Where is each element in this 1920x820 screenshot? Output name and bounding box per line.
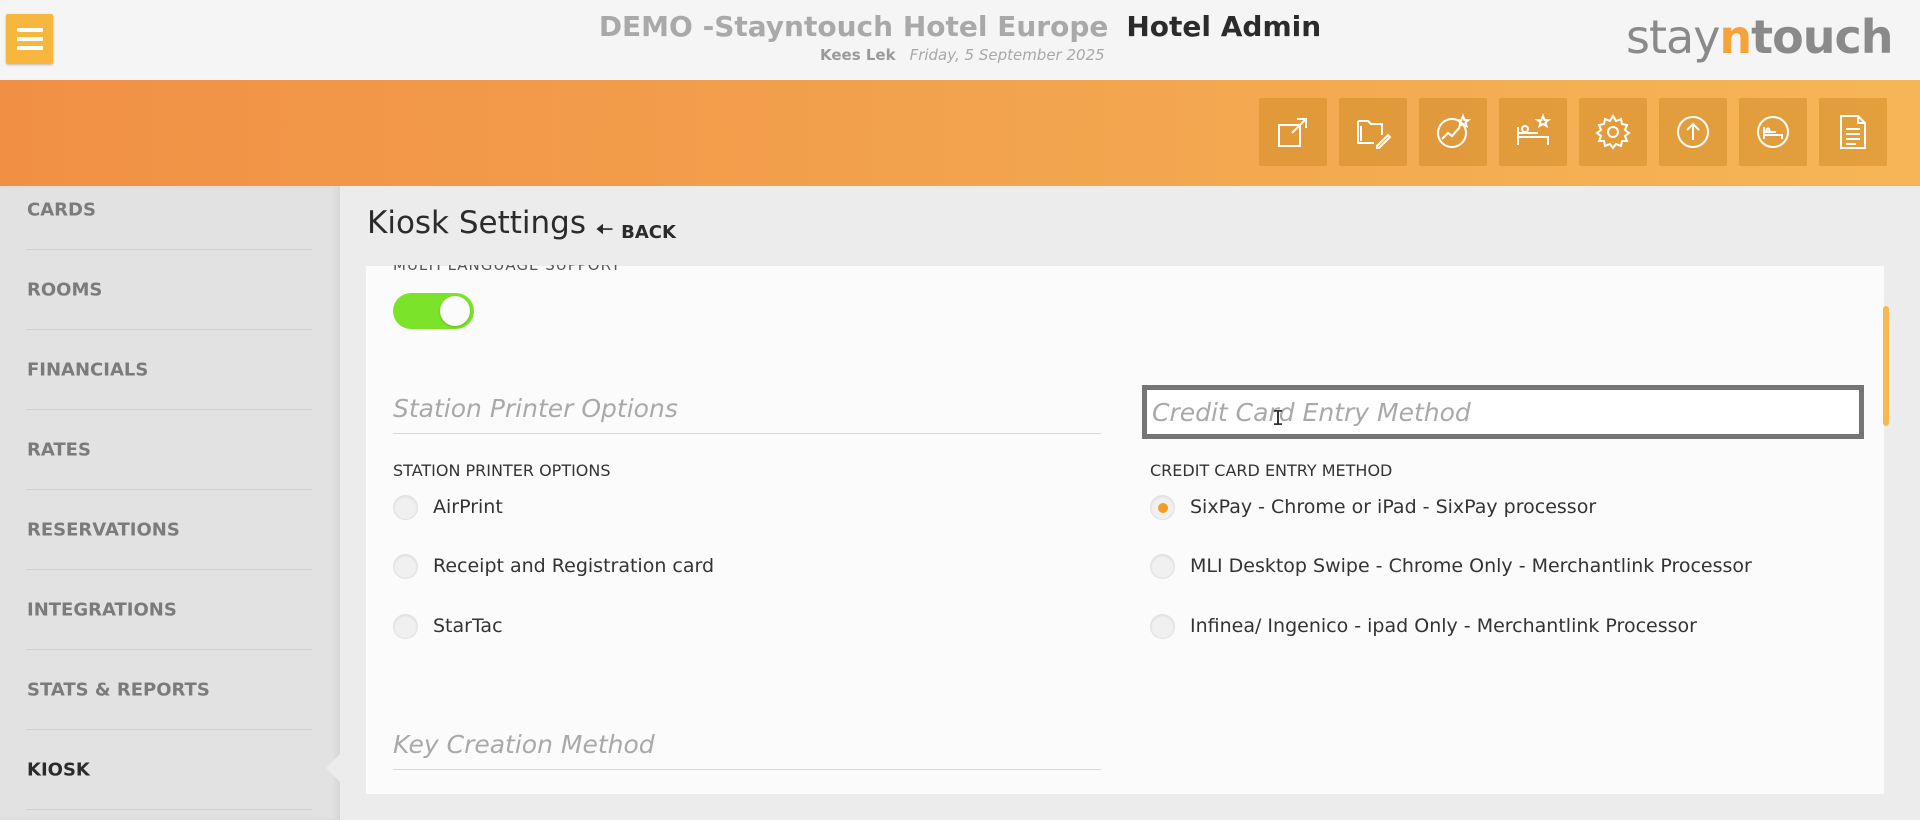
upload-circle-icon	[1677, 116, 1709, 148]
toggle-knob	[440, 296, 470, 326]
station-printer-section-title: Station Printer Options	[393, 394, 678, 423]
text-cursor-icon: I	[1272, 406, 1285, 430]
sidebar-item-kiosk[interactable]: KIOSK	[26, 730, 312, 810]
sidebar-item-rates[interactable]: RATES	[26, 410, 312, 490]
multi-language-toggle[interactable]	[393, 293, 474, 329]
back-arrow-icon: 🠠	[596, 217, 614, 241]
folder-edit-button[interactable]	[1339, 98, 1407, 166]
sidebar-item-cards[interactable]: CARDS	[26, 170, 312, 250]
sidebar-item-financials[interactable]: FINANCIALS	[26, 330, 312, 410]
radio-button[interactable]	[393, 494, 418, 520]
hamburger-icon-bar	[16, 46, 43, 50]
station-printer-option[interactable]: AirPrint	[393, 490, 503, 524]
top-header: DEMO -Stayntouch Hotel Europe Hotel Admin…	[0, 0, 1920, 80]
bed-star-icon	[1517, 113, 1552, 145]
document-icon	[1840, 115, 1866, 149]
sidebar-item-label: ROOMS	[27, 279, 103, 300]
chart-star-button[interactable]	[1419, 98, 1487, 166]
station-printer-option[interactable]: Receipt and Registration card	[393, 549, 714, 583]
radio-button[interactable]	[1150, 553, 1175, 579]
upload-button[interactable]	[1659, 98, 1727, 166]
user-name: Kees Lek	[820, 46, 896, 64]
active-item-pointer	[326, 754, 340, 782]
station-printer-option[interactable]: StarTac	[393, 609, 503, 643]
radio-button-selected[interactable]	[1150, 494, 1175, 520]
hotel-name: DEMO -Stayntouch Hotel Europe	[598, 10, 1109, 43]
app-title: Hotel Admin	[1126, 10, 1322, 43]
bed-circle-button[interactable]	[1739, 98, 1807, 166]
multi-language-label: MULTI LANGUAGE SUPPORT	[393, 256, 622, 274]
bed-star-button[interactable]	[1499, 98, 1567, 166]
settings-button[interactable]	[1579, 98, 1647, 166]
sidebar-item-rooms[interactable]: ROOMS	[26, 250, 312, 330]
report-button[interactable]	[1819, 98, 1887, 166]
option-label: SixPay - Chrome or iPad - SixPay process…	[1190, 496, 1597, 518]
credit-card-option[interactable]: Infinea/ Ingenico - ipad Only - Merchant…	[1150, 609, 1697, 643]
sidebar-item-label: CARDS	[27, 199, 96, 220]
gear-icon	[1595, 114, 1631, 150]
sidebar: CARDS ROOMS FINANCIALS RATES RESERVATION…	[0, 186, 340, 820]
option-label: AirPrint	[433, 496, 503, 518]
option-label: StarTac	[433, 615, 503, 637]
sidebar-item-label: FINANCIALS	[27, 359, 149, 380]
chart-star-icon	[1437, 113, 1472, 148]
credit-card-option[interactable]: MLI Desktop Swipe - Chrome Only - Mercha…	[1150, 549, 1752, 583]
sidebar-item-label: KIOSK	[27, 759, 90, 780]
folder-edit-icon	[1357, 120, 1392, 149]
option-label: Infinea/ Ingenico - ipad Only - Merchant…	[1190, 615, 1697, 637]
logo-part-n: n	[1719, 10, 1752, 64]
sidebar-item-label: INTEGRATIONS	[27, 599, 177, 620]
credit-card-section-title: Credit Card Entry Method	[1152, 398, 1471, 427]
sidebar-item-label: RESERVATIONS	[27, 519, 180, 540]
back-button[interactable]: 🠠 BACK	[596, 215, 676, 249]
logo-part-stay: stay	[1626, 10, 1720, 64]
bed-circle-icon	[1757, 116, 1789, 148]
stayntouch-logo: stayntouch	[1626, 10, 1894, 64]
key-creation-section-title: Key Creation Method	[393, 730, 655, 759]
section-divider	[393, 769, 1101, 770]
external-link-button[interactable]	[1259, 98, 1327, 166]
radio-button[interactable]	[393, 613, 418, 639]
option-label: MLI Desktop Swipe - Chrome Only - Mercha…	[1190, 555, 1752, 577]
radio-button[interactable]	[1150, 613, 1175, 639]
header-subtitle: Kees Lek Friday, 5 September 2025	[820, 46, 1105, 64]
external-link-icon	[1278, 118, 1307, 147]
station-printer-group-label: STATION PRINTER OPTIONS	[393, 461, 611, 480]
logo-part-touch: touch	[1751, 10, 1893, 64]
option-label: Receipt and Registration card	[433, 555, 715, 577]
sidebar-item-integrations[interactable]: INTEGRATIONS	[26, 570, 312, 650]
sidebar-item-reservations[interactable]: RESERVATIONS	[26, 490, 312, 570]
sidebar-item-label: RATES	[27, 439, 91, 460]
current-date: Friday, 5 September 2025	[909, 46, 1105, 64]
radio-button[interactable]	[393, 553, 418, 579]
page-title: Kiosk Settings	[367, 205, 587, 241]
settings-panel	[366, 266, 1884, 794]
credit-card-section-title-field[interactable]: Credit Card Entry Method	[1142, 385, 1864, 439]
credit-card-option[interactable]: SixPay - Chrome or iPad - SixPay process…	[1150, 490, 1596, 524]
credit-card-group-label: CREDIT CARD ENTRY METHOD	[1150, 461, 1393, 480]
sidebar-item-stats-reports[interactable]: STATS & REPORTS	[26, 650, 312, 730]
back-label: BACK	[621, 221, 676, 243]
section-divider	[393, 433, 1101, 434]
sidebar-item-label: STATS & REPORTS	[27, 679, 210, 700]
scrollbar-thumb[interactable]	[1883, 306, 1889, 426]
